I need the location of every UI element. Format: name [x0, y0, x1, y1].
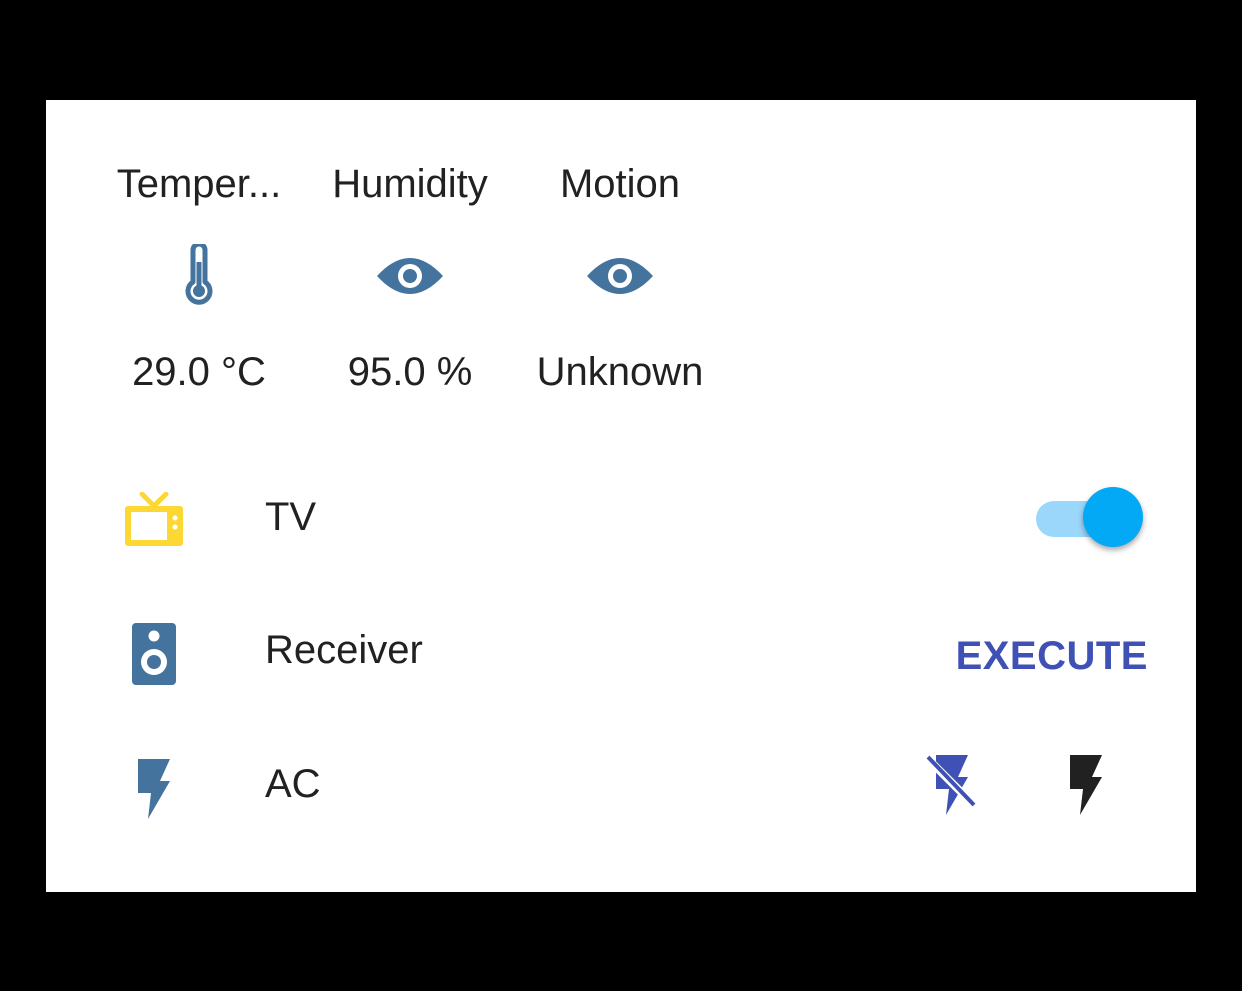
entity-label[interactable]: AC [265, 760, 321, 808]
sensor-value: 29.0 °C [132, 350, 266, 394]
television-icon[interactable] [118, 485, 190, 557]
execute-button[interactable]: EXECUTE [956, 634, 1148, 679]
sensor-name: Temper... [116, 162, 282, 206]
flash-icon[interactable] [118, 752, 190, 824]
thermometer-icon [94, 240, 304, 312]
speaker-icon[interactable] [118, 618, 190, 690]
sensor-value: Unknown [536, 350, 704, 394]
entity-row-ac: AC [46, 734, 1196, 834]
sensor-name: Motion [559, 162, 681, 206]
eye-icon [305, 240, 515, 312]
entity-row-tv: TV [46, 467, 1196, 567]
flash-off-icon[interactable] [916, 748, 988, 820]
entities-card: Temper... 29.0 °C Humidity 95.0 % Motion [46, 100, 1196, 892]
toggle-thumb [1083, 487, 1143, 547]
tv-toggle[interactable] [1034, 487, 1146, 547]
sensor-motion[interactable]: Motion Unknown [515, 160, 725, 396]
entity-label[interactable]: TV [265, 493, 316, 541]
sensor-name: Humidity [332, 162, 488, 206]
flash-icon[interactable] [1050, 748, 1122, 820]
eye-icon [515, 240, 725, 312]
entity-row-receiver: Receiver EXECUTE [46, 600, 1196, 700]
sensor-humidity[interactable]: Humidity 95.0 % [305, 160, 515, 396]
sensor-value: 95.0 % [347, 350, 473, 394]
sensor-temperature[interactable]: Temper... 29.0 °C [94, 160, 304, 396]
entity-label[interactable]: Receiver [265, 626, 423, 674]
